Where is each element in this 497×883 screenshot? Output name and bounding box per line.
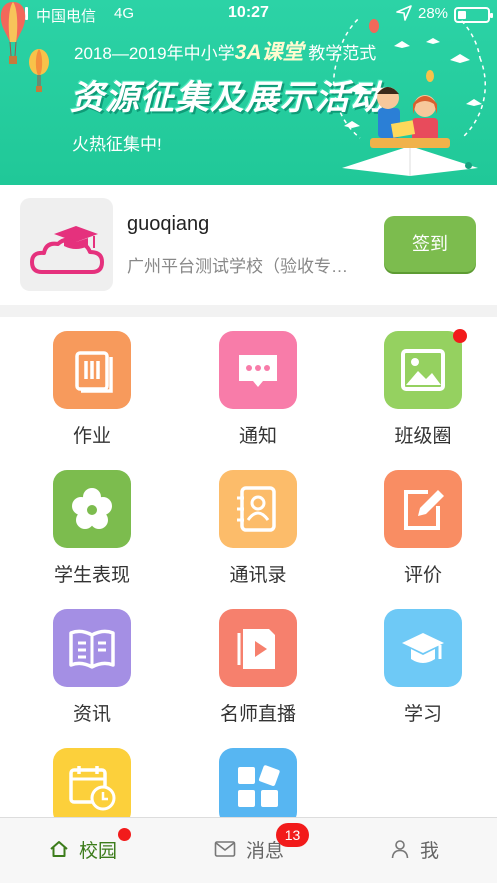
evaluate-edit-icon — [384, 470, 462, 548]
banner-page-dot[interactable] — [452, 162, 459, 169]
menu-item[interactable]: 名师直播 — [188, 595, 328, 725]
tab-me-label: 我 — [419, 840, 439, 862]
menu-item[interactable]: 通讯录 — [188, 456, 328, 586]
menu-item[interactable]: 作业 — [22, 317, 162, 447]
homework-book-icon — [53, 331, 131, 409]
tab-me[interactable]: 我 — [332, 818, 497, 880]
profile-card: guoqiang 广州平台测试学校（验收专… 签到 — [0, 185, 497, 305]
home-icon — [50, 841, 68, 857]
menu-item[interactable]: 评价 — [353, 456, 493, 586]
menu-item[interactable]: 资讯 — [22, 595, 162, 725]
tab-messages[interactable]: 消息 — [166, 818, 332, 880]
banner-page-dot[interactable] — [465, 162, 472, 169]
bottom-tab-bar: 校园 消息 13 我 — [0, 817, 497, 883]
app-screen: 中国电信 4G 10:27 28% 2018—2019年中小学3A课堂 教学范式… — [0, 0, 497, 883]
promo-banner[interactable]: 中国电信 4G 10:27 28% 2018—2019年中小学3A课堂 教学范式… — [0, 0, 497, 185]
balloon-icon — [0, 2, 26, 64]
menu-item-label: 通知 — [238, 426, 277, 447]
menu-item[interactable]: 通知 — [188, 317, 328, 447]
calendar-clock-icon — [53, 748, 131, 826]
reading-children-illustration — [333, 18, 487, 176]
checkin-button[interactable]: 签到 — [384, 216, 476, 272]
menu-item-label: 作业 — [72, 426, 111, 447]
campus-badge-dot — [118, 828, 131, 841]
mail-icon — [214, 841, 236, 857]
messages-count-badge: 13 — [276, 823, 309, 847]
menu-item-label: 班级圈 — [394, 426, 452, 447]
banner-tagline: 火热征集中! — [72, 135, 162, 154]
menu-item[interactable]: 学生表现 — [22, 456, 162, 586]
notice-chat-icon — [219, 331, 297, 409]
menu-item-label: 评价 — [403, 565, 442, 586]
tab-campus-label: 校园 — [78, 840, 117, 862]
avatar[interactable] — [20, 198, 113, 291]
school-name: 广州平台测试学校（验收专… — [127, 257, 348, 276]
menu-item-label: 学生表现 — [53, 565, 130, 586]
live-play-icon — [219, 609, 297, 687]
class-circle-image-icon — [384, 331, 462, 409]
apps-grid-icon — [219, 748, 297, 826]
menu-item-label: 学习 — [403, 704, 442, 725]
person-icon — [391, 840, 409, 859]
menu-item-label: 名师直播 — [219, 704, 296, 725]
menu-item-label: 资讯 — [72, 704, 111, 725]
menu-item[interactable]: 学习 — [353, 595, 493, 725]
menu-item-label: 通讯录 — [229, 565, 287, 586]
contacts-book-icon — [219, 470, 297, 548]
balloon-icon — [29, 49, 49, 92]
study-cap-icon — [384, 609, 462, 687]
username: guoqiang — [127, 213, 210, 235]
menu-item[interactable]: 班级圈 — [353, 317, 493, 447]
news-book-icon — [53, 609, 131, 687]
feature-grid: 作业 通知 班级圈学生表现 通讯录 评价资讯 名师直播 学习 — [0, 317, 497, 826]
student-flower-icon — [53, 470, 131, 548]
new-badge-dot — [453, 329, 467, 343]
graduation-cloud-logo-icon — [30, 226, 104, 274]
banner-page-dots — [452, 162, 472, 169]
tab-campus[interactable]: 校园 — [0, 818, 166, 880]
